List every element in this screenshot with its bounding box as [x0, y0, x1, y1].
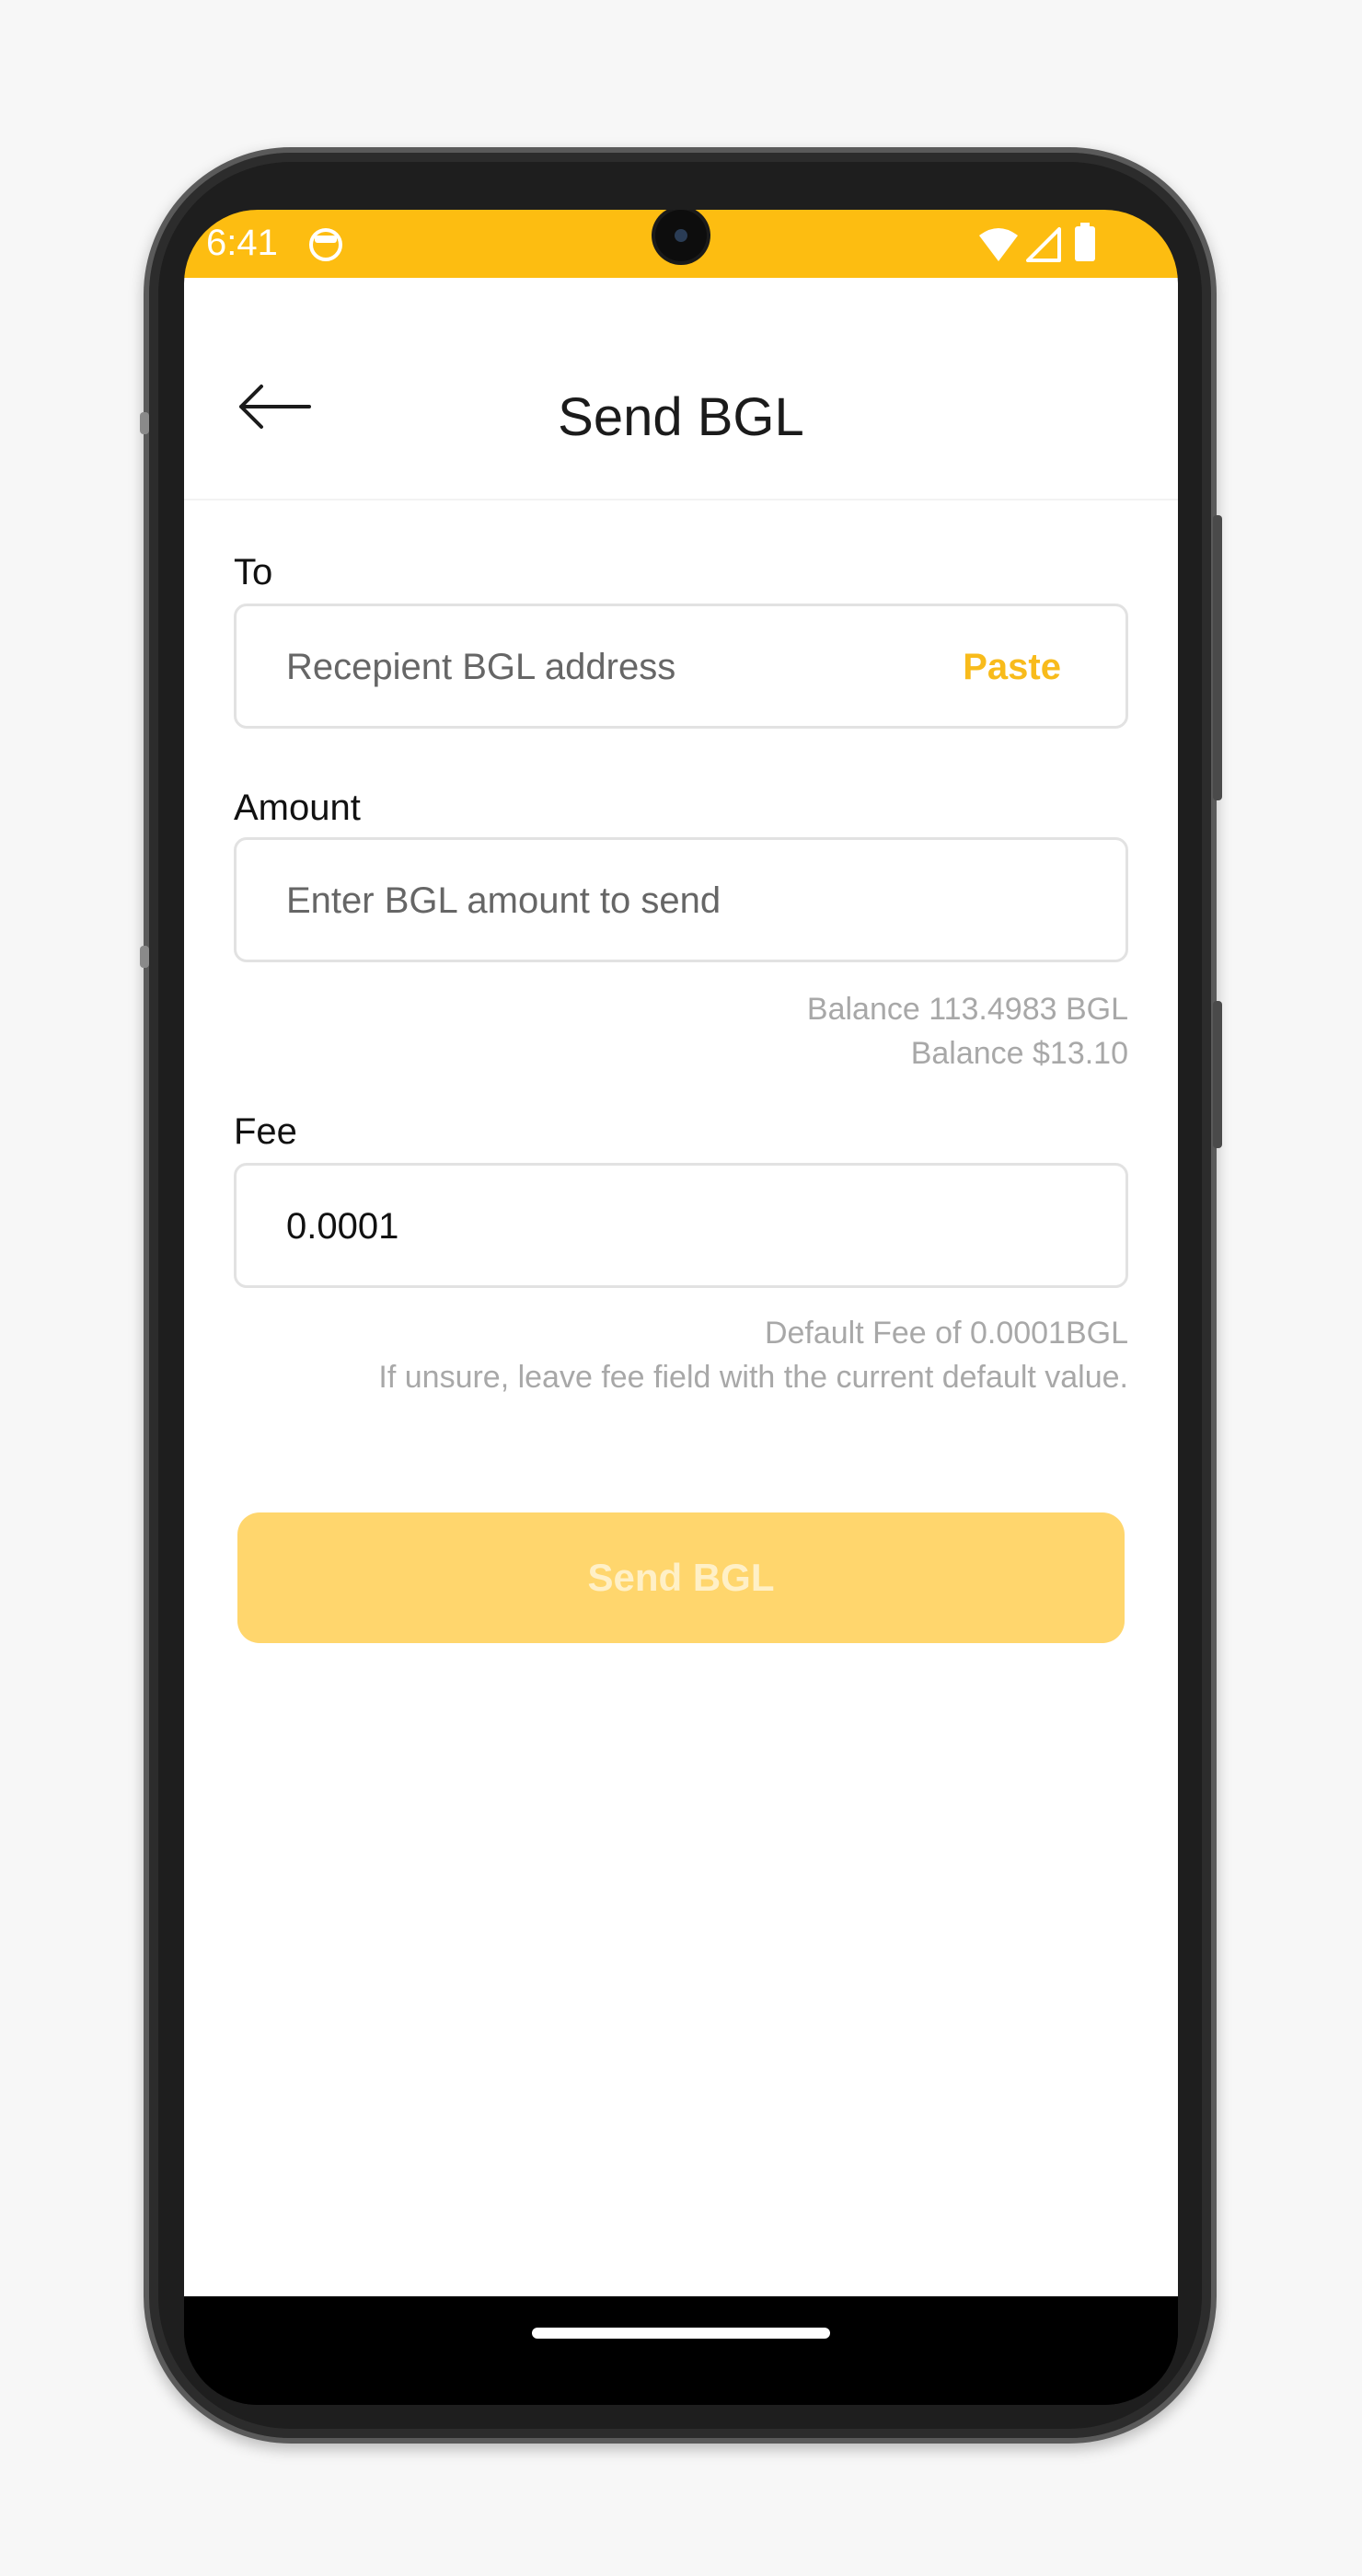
front-camera — [655, 210, 707, 261]
status-bar: 6:41 — [184, 210, 1178, 278]
send-bgl-screen: Send BGL To Paste Amount Balance 113.498… — [184, 278, 1178, 2296]
navigation-bar — [184, 2296, 1178, 2405]
status-time: 6:41 — [206, 223, 278, 263]
volume-button — [1213, 515, 1222, 800]
battery-icon — [1073, 223, 1097, 268]
amount-field — [234, 837, 1128, 962]
phone-screen: 6:41 Send BGL To Recepient BGL address P… — [184, 210, 1178, 2405]
signal-icon — [1025, 226, 1062, 268]
default-fee-hint: Default Fee of 0.0001BGL — [764, 1316, 1128, 1351]
power-button — [1213, 1001, 1222, 1148]
fee-label: Fee — [234, 1111, 297, 1152]
left-side-marker — [140, 412, 149, 434]
balance-bgl-text: Balance 113.4983 BGL — [806, 992, 1128, 1027]
amount-label: Amount — [234, 788, 361, 828]
left-side-marker-2 — [140, 946, 149, 968]
app-notification-icon — [307, 226, 344, 268]
home-indicator[interactable] — [532, 2328, 830, 2339]
app-header: Send BGL — [184, 278, 1178, 500]
wifi-icon — [977, 226, 1020, 268]
paste-button[interactable]: Paste — [963, 647, 1061, 688]
fee-unsure-hint: If unsure, leave fee field with the curr… — [378, 1360, 1128, 1395]
amount-input[interactable] — [284, 840, 951, 961]
send-bgl-button[interactable]: Send BGL — [237, 1512, 1125, 1643]
fee-input[interactable] — [284, 1166, 951, 1287]
fee-field — [234, 1163, 1128, 1288]
recipient-address-input[interactable] — [284, 606, 951, 728]
page-title: Send BGL — [558, 387, 804, 447]
to-label: To — [234, 552, 273, 592]
to-field: Paste — [234, 604, 1128, 729]
balance-usd-text: Balance $13.10 — [910, 1036, 1128, 1071]
